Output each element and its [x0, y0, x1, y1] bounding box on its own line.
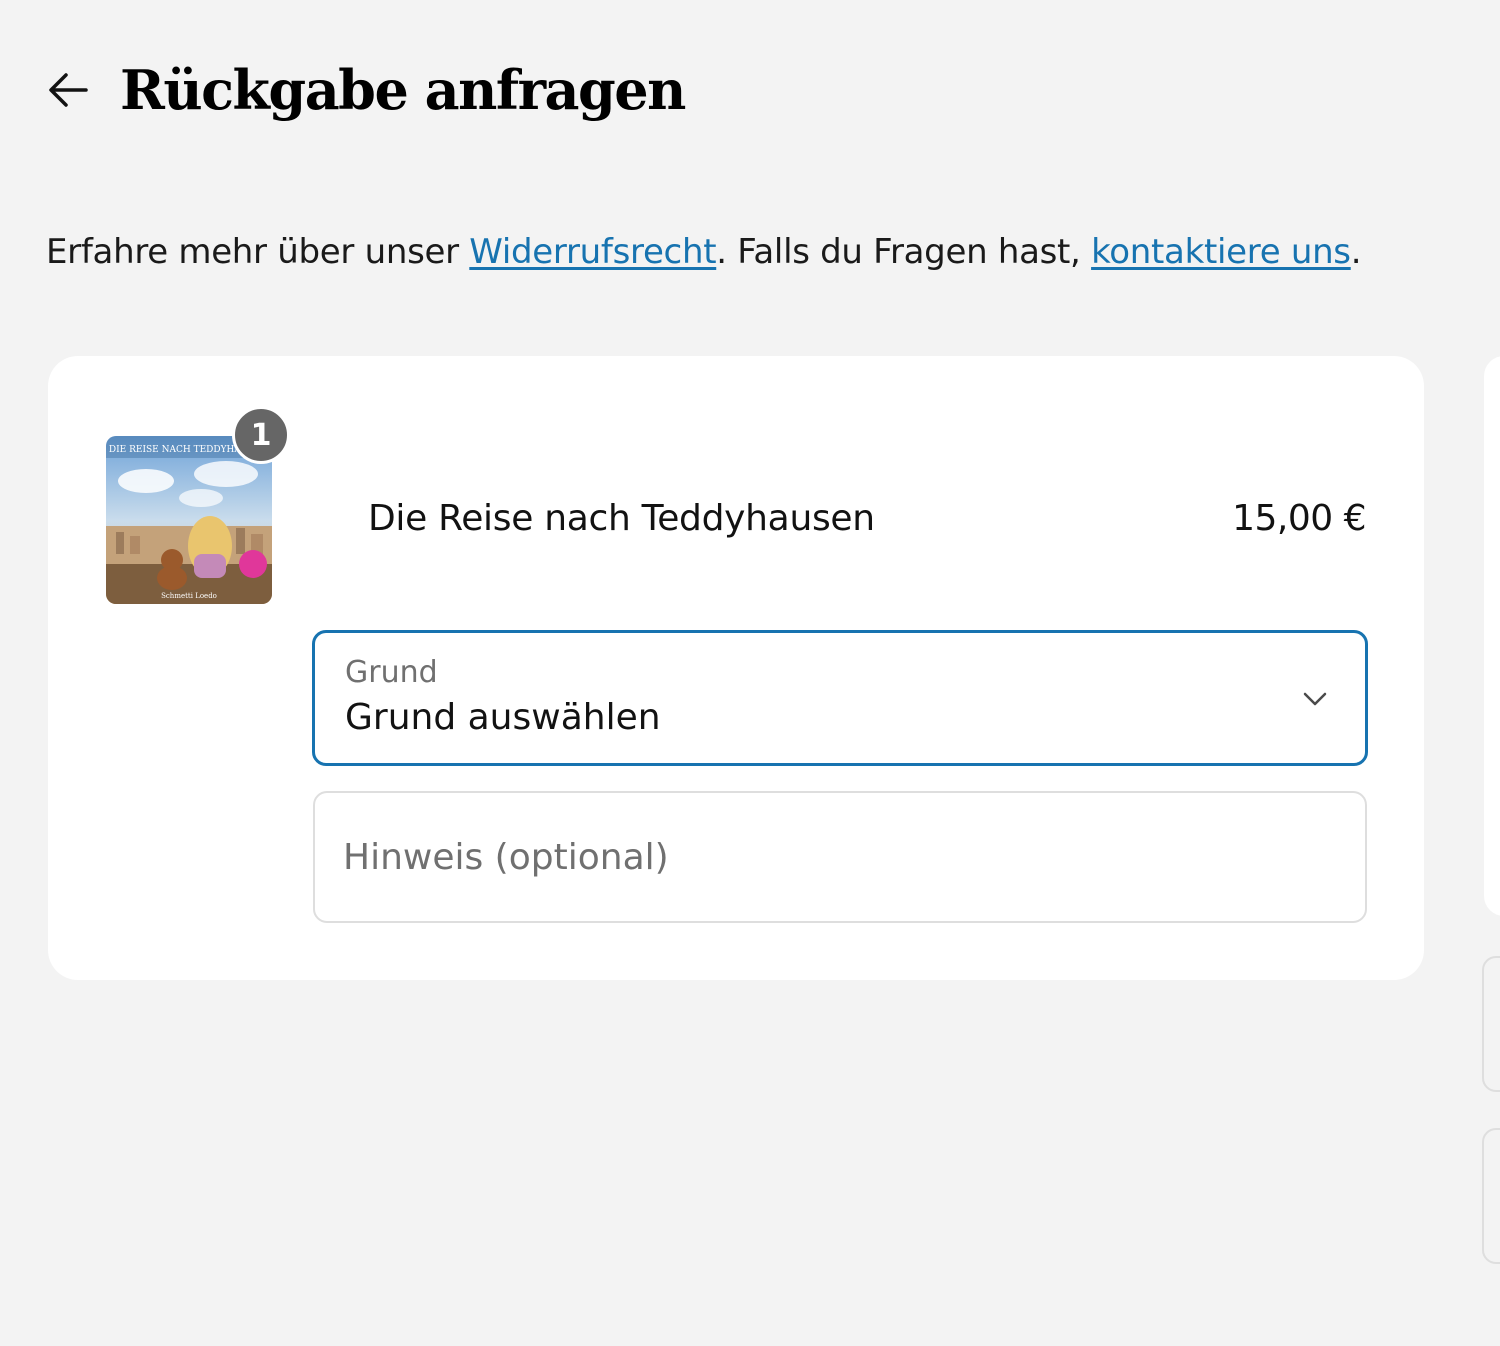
info-text-before: Erfahre mehr über unser	[46, 232, 470, 272]
product-name: Die Reise nach Teddyhausen	[368, 498, 875, 539]
side-action-button-1[interactable]	[1482, 956, 1500, 1092]
info-text-after: .	[1350, 232, 1362, 272]
page-title: Rückgabe anfragen	[120, 58, 686, 122]
note-field[interactable]	[313, 791, 1367, 923]
reason-select[interactable]: Grund Grund auswählen	[312, 630, 1368, 766]
quantity-badge: 1	[232, 406, 290, 464]
withdrawal-policy-link[interactable]: Widerrufsrecht	[469, 232, 716, 272]
product-image: DIE REISE NACH TEDDYHAUSEN Schmetti Loed…	[106, 436, 272, 604]
product-price: 15,00 €	[1232, 498, 1366, 539]
back-button[interactable]	[46, 67, 92, 113]
page-header: Rückgabe anfragen	[46, 58, 686, 122]
contact-us-link[interactable]: kontaktiere uns	[1091, 232, 1351, 272]
reason-select-value: Grund auswählen	[345, 697, 661, 738]
order-summary-card	[1484, 356, 1500, 916]
side-action-button-2[interactable]	[1482, 1128, 1500, 1264]
info-text-middle: . Falls du Fragen hast,	[716, 232, 1092, 272]
chevron-down-icon	[1303, 692, 1327, 706]
arrow-left-icon	[49, 73, 88, 107]
reason-select-label: Grund	[345, 655, 438, 690]
return-item-card: DIE REISE NACH TEDDYHAUSEN Schmetti Loed…	[48, 356, 1424, 980]
cover-author: Schmetti Loedo	[161, 592, 217, 600]
return-info-text: Erfahre mehr über unser Widerrufsrecht. …	[46, 232, 1362, 272]
